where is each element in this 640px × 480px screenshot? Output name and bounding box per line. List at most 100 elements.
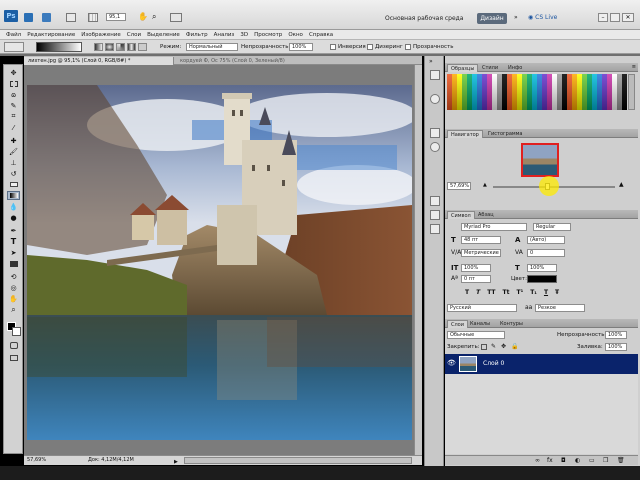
layer-opacity-input[interactable]: 100% (605, 331, 627, 339)
faux-bold-button[interactable]: T (465, 289, 469, 299)
tab-channels[interactable]: Каналы (467, 320, 493, 328)
new-layer-icon[interactable]: ❐ (603, 457, 608, 464)
workspace-label[interactable]: Основная рабочая среда (385, 15, 464, 22)
clone-source-panel-icon[interactable] (430, 196, 440, 206)
tab-info[interactable]: Инфо (505, 64, 525, 72)
delete-layer-icon[interactable]: 🗑 (617, 457, 625, 464)
3d-orbit-tool-icon[interactable]: ◎ (7, 283, 20, 292)
text-color-swatch[interactable] (527, 275, 557, 283)
superscript-button[interactable]: T¹ (516, 289, 523, 299)
hand-tool-icon[interactable]: ✋ (138, 12, 148, 22)
strikethrough-button[interactable]: Ŧ (555, 289, 559, 299)
tab-character[interactable]: Символ (447, 211, 475, 219)
zoom-tool-icon[interactable]: ⌕ (7, 305, 20, 314)
language-select[interactable]: Русский (447, 304, 517, 312)
angle-gradient-button[interactable] (116, 43, 125, 51)
menu-window[interactable]: Окно (288, 32, 303, 38)
adjustments-panel-icon[interactable] (430, 128, 440, 138)
layer-blend-mode-select[interactable]: Обычные (447, 331, 505, 339)
tool-preset-icon[interactable] (4, 42, 24, 52)
dither-checkbox[interactable] (367, 44, 373, 50)
eraser-tool-icon[interactable] (7, 180, 20, 189)
navigator-thumbnail[interactable] (521, 143, 559, 177)
subscript-button[interactable]: T₁ (530, 289, 537, 299)
healing-brush-tool-icon[interactable]: ✚ (7, 136, 20, 145)
workspace-chevron-icon[interactable]: » (514, 14, 518, 21)
underline-button[interactable]: T (544, 289, 548, 299)
vertical-scrollbar[interactable] (414, 65, 422, 455)
crop-tool-icon[interactable]: ⌗ (7, 112, 20, 121)
leading-input[interactable]: (Авто) (527, 236, 565, 244)
tab-styles[interactable]: Стили (479, 64, 501, 72)
linear-gradient-button[interactable] (94, 43, 103, 51)
transparency-checkbox[interactable] (405, 44, 411, 50)
marquee-tool-icon[interactable] (7, 79, 20, 88)
tab-paths[interactable]: Контуры (497, 320, 526, 328)
actions-panel-icon[interactable] (430, 94, 440, 104)
inversion-checkbox[interactable] (330, 44, 336, 50)
layer-name[interactable]: Слой 0 (483, 360, 504, 367)
new-group-icon[interactable]: ▭ (589, 457, 595, 464)
menu-view[interactable]: Просмотр (254, 32, 282, 38)
paragraph-panel-icon[interactable] (430, 224, 440, 234)
minimize-button[interactable]: – (598, 13, 608, 22)
menu-3d[interactable]: 3D (240, 32, 248, 38)
radial-gradient-button[interactable] (105, 43, 114, 51)
all-caps-button[interactable]: TT (487, 289, 495, 299)
menu-file[interactable]: Файл (6, 32, 21, 38)
extras-icon[interactable] (66, 13, 76, 22)
small-caps-button[interactable]: Tt (503, 289, 510, 299)
mode-select[interactable]: Нормальный (186, 43, 238, 51)
pen-tool-icon[interactable]: ✒ (7, 226, 20, 235)
bridge-icon[interactable] (24, 13, 33, 22)
arrange-documents-icon[interactable] (170, 13, 182, 22)
quick-mask-icon[interactable] (7, 341, 20, 350)
horizontal-scale-input[interactable]: 100% (527, 264, 557, 272)
menu-select[interactable]: Выделение (147, 32, 180, 38)
baseline-input[interactable]: 0 пт (461, 275, 491, 283)
maximize-button[interactable] (610, 13, 620, 22)
layer-mask-icon[interactable]: ◘ (561, 457, 566, 464)
document-tab-active[interactable]: лихтен.jpg @ 95,1% (Слой 0, RGB/8#) * (24, 57, 174, 65)
reflected-gradient-button[interactable] (127, 43, 136, 51)
faux-italic-button[interactable]: T (476, 289, 480, 299)
tab-swatches[interactable]: Образцы (447, 64, 479, 72)
masks-panel-icon[interactable] (430, 142, 440, 152)
font-size-input[interactable]: 48 пт (461, 236, 501, 244)
document-tab-inactive[interactable]: кордуей Ф, Ос 75% (Слой 0, Зеленый/8) (176, 57, 326, 65)
navigator-zoom-in-icon[interactable]: ▲ (619, 181, 624, 188)
layer-style-icon[interactable]: fx (547, 457, 553, 464)
screen-mode-icon[interactable] (7, 353, 20, 362)
minibridge-icon[interactable] (42, 13, 51, 22)
panel-collapse-icon[interactable]: » (429, 58, 433, 65)
zoom-tool-icon[interactable]: ⌕ (152, 12, 162, 22)
dodge-tool-icon[interactable]: ● (7, 213, 20, 222)
lock-transparency-icon[interactable] (481, 344, 487, 350)
shape-tool-icon[interactable] (7, 259, 20, 268)
adjustment-layer-icon[interactable]: ◐ (575, 457, 580, 464)
brush-panel-icon[interactable] (430, 210, 440, 220)
tab-layers[interactable]: Слои (447, 320, 468, 328)
hand-tool-icon[interactable]: ✋ (7, 294, 20, 303)
link-layers-icon[interactable]: ∞ (535, 457, 540, 464)
diamond-gradient-button[interactable] (138, 43, 147, 51)
tab-histogram[interactable]: Гистограмма (485, 130, 526, 138)
eyedropper-tool-icon[interactable]: ⁄ (7, 123, 20, 132)
menu-filter[interactable]: Фильтр (186, 32, 208, 38)
lock-pixels-icon[interactable]: ✎ (491, 343, 496, 350)
history-panel-icon[interactable] (430, 70, 440, 80)
layer-visibility-eye-icon[interactable]: 👁 (447, 359, 456, 367)
background-color-swatch[interactable] (12, 327, 21, 336)
tab-paragraph[interactable]: Абзац (475, 211, 497, 219)
zoom-level-field[interactable]: 95,1 (106, 13, 126, 21)
move-tool-icon[interactable]: ✥ (7, 68, 20, 77)
menu-help[interactable]: Справка (309, 32, 333, 38)
type-tool-icon[interactable]: T (7, 237, 20, 246)
gradient-picker[interactable] (36, 42, 82, 52)
menu-image[interactable]: Изображение (81, 32, 121, 38)
lasso-tool-icon[interactable]: ɷ (7, 90, 20, 99)
gradient-tool-icon[interactable] (7, 191, 20, 200)
lock-all-icon[interactable]: 🔒 (511, 343, 518, 350)
close-button[interactable]: ✕ (622, 13, 634, 22)
menu-layers[interactable]: Слои (127, 32, 141, 38)
